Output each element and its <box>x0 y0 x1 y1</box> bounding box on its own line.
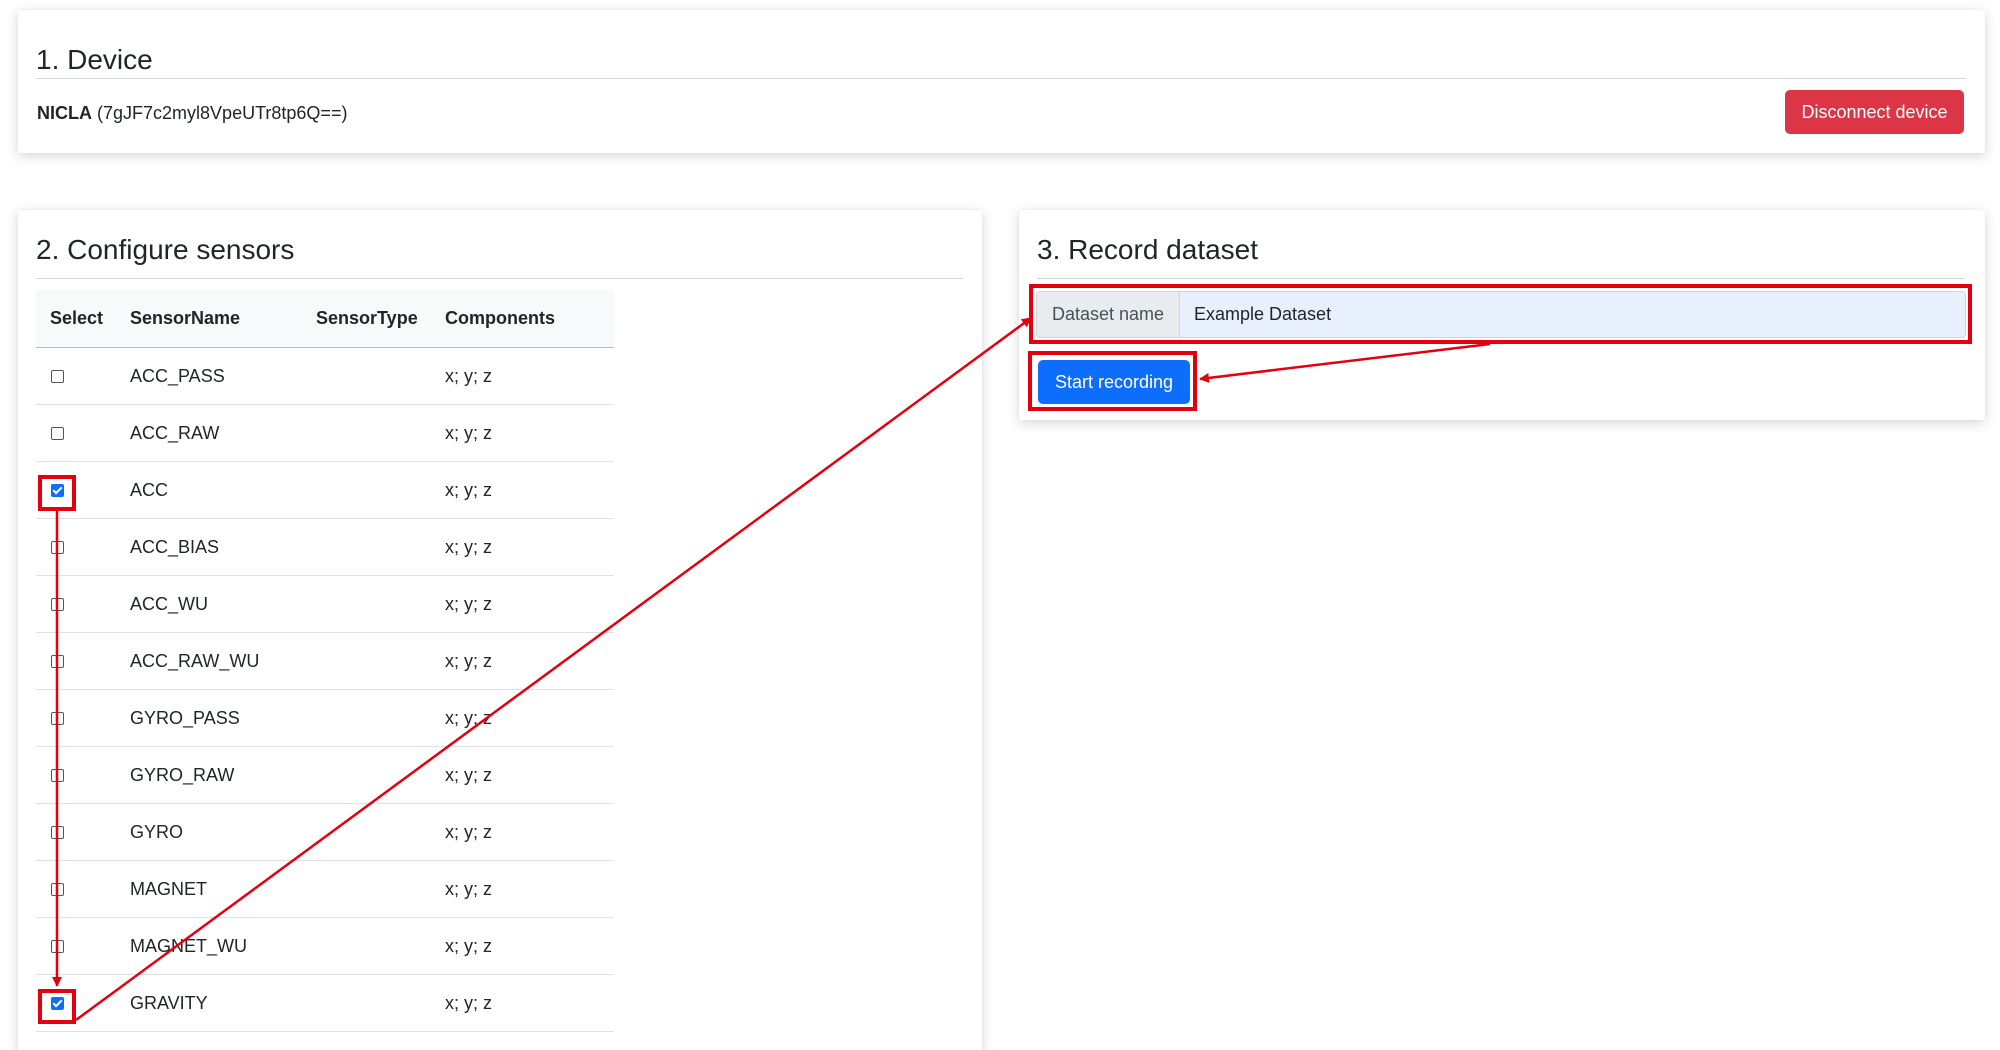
sensor-checkbox[interactable] <box>51 484 64 498</box>
sensor-type-cell <box>316 917 445 975</box>
sensor-name-cell: ACC_RAW <box>130 404 316 462</box>
sensor-checkbox[interactable] <box>51 940 64 954</box>
table-row: GYRO_RAW x; y; z <box>36 746 614 804</box>
select-cell <box>36 803 130 861</box>
sensor-name-cell: ACC_WU <box>130 575 316 633</box>
table-row: GYRO x; y; z <box>36 803 614 861</box>
components-cell: x; y; z <box>445 404 614 462</box>
sensor-checkbox[interactable] <box>51 712 64 726</box>
select-cell <box>36 860 130 918</box>
select-cell <box>36 461 130 519</box>
dataset-name-label: Dataset name <box>1037 292 1180 337</box>
sensor-name-cell: GYRO_PASS <box>130 689 316 747</box>
configure-sensors-title: 2. Configure sensors <box>36 234 295 265</box>
sensor-name-cell: MAGNET <box>130 860 316 918</box>
table-row: MAGNET_WU x; y; z <box>36 917 614 975</box>
table-row: ACC x; y; z <box>36 461 614 519</box>
sensor-type-cell <box>316 404 445 462</box>
sensor-name-cell: ACC <box>130 461 316 519</box>
sensor-type-cell <box>316 803 445 861</box>
dataset-name-group: Dataset name <box>1036 291 1966 338</box>
sensor-name-cell: GYRO_RAW <box>130 746 316 804</box>
device-id: (7gJF7c2myl8VpeUTr8tp6Q==) <box>97 103 348 123</box>
table-row: GRAVITY x; y; z <box>36 974 614 1032</box>
sensor-checkbox[interactable] <box>51 427 64 441</box>
sensor-table: Select SensorName SensorType Components … <box>36 290 614 1032</box>
components-cell: x; y; z <box>445 746 614 804</box>
components-cell: x; y; z <box>445 518 614 576</box>
table-row: ACC_BIAS x; y; z <box>36 518 614 576</box>
select-cell <box>36 917 130 975</box>
sensor-type-cell <box>316 746 445 804</box>
sensor-type-cell <box>316 347 445 405</box>
divider <box>36 278 963 279</box>
sensor-type-cell <box>316 689 445 747</box>
header-components[interactable]: Components <box>445 290 614 348</box>
divider <box>1037 278 1965 279</box>
sensor-name-cell: GRAVITY <box>130 974 316 1032</box>
select-cell <box>36 632 130 690</box>
select-cell <box>36 689 130 747</box>
disconnect-device-button[interactable]: Disconnect device <box>1785 90 1964 134</box>
sensor-type-cell <box>316 974 445 1032</box>
table-header-row: Select SensorName SensorType Components <box>36 290 614 348</box>
components-cell: x; y; z <box>445 575 614 633</box>
sensor-name-cell: ACC_PASS <box>130 347 316 405</box>
sensor-name-cell: GYRO <box>130 803 316 861</box>
device-name: NICLA <box>37 103 92 123</box>
dataset-name-input[interactable] <box>1180 292 1965 337</box>
sensor-checkbox[interactable] <box>51 883 64 897</box>
record-dataset-title: 3. Record dataset <box>1037 234 1259 265</box>
table-row: ACC_RAW x; y; z <box>36 404 614 462</box>
sensor-type-cell <box>316 860 445 918</box>
header-select[interactable]: Select <box>36 290 130 348</box>
device-info: NICLA (7gJF7c2myl8VpeUTr8tp6Q==) <box>37 103 347 124</box>
components-cell: x; y; z <box>445 917 614 975</box>
sensor-checkbox[interactable] <box>51 997 64 1011</box>
sensor-name-cell: ACC_BIAS <box>130 518 316 576</box>
sensor-type-cell <box>316 632 445 690</box>
sensor-checkbox[interactable] <box>51 541 64 555</box>
components-cell: x; y; z <box>445 689 614 747</box>
sensor-type-cell <box>316 518 445 576</box>
table-row: ACC_WU x; y; z <box>36 575 614 633</box>
sensor-name-cell: MAGNET_WU <box>130 917 316 975</box>
sensor-checkbox[interactable] <box>51 370 64 384</box>
components-cell: x; y; z <box>445 632 614 690</box>
header-sensor-type[interactable]: SensorType <box>316 290 445 348</box>
select-cell <box>36 347 130 405</box>
select-cell <box>36 518 130 576</box>
sensor-checkbox[interactable] <box>51 826 64 840</box>
table-row: ACC_RAW_WU x; y; z <box>36 632 614 690</box>
divider <box>36 78 1966 79</box>
components-cell: x; y; z <box>445 860 614 918</box>
components-cell: x; y; z <box>445 803 614 861</box>
sensor-table-body: ACC_PASS x; y; z ACC_RAW x; y; z ACC x; y; zA… <box>36 347 614 1032</box>
select-cell <box>36 404 130 462</box>
start-recording-button[interactable]: Start recording <box>1038 360 1190 404</box>
table-row: ACC_PASS x; y; z <box>36 347 614 405</box>
sensor-checkbox[interactable] <box>51 769 64 783</box>
header-sensor-name[interactable]: SensorName <box>130 290 316 348</box>
sensor-checkbox[interactable] <box>51 598 64 612</box>
configure-sensors-card: 2. Configure sensors Select SensorName S… <box>18 210 982 1050</box>
components-cell: x; y; z <box>445 461 614 519</box>
table-row: MAGNET x; y; z <box>36 860 614 918</box>
sensor-type-cell <box>316 575 445 633</box>
device-card: 1. Device NICLA (7gJF7c2myl8VpeUTr8tp6Q=… <box>18 10 1985 153</box>
table-row: GYRO_PASS x; y; z <box>36 689 614 747</box>
components-cell: x; y; z <box>445 347 614 405</box>
select-cell <box>36 746 130 804</box>
components-cell: x; y; z <box>445 974 614 1032</box>
record-dataset-card: 3. Record dataset Dataset name Start rec… <box>1019 210 1985 420</box>
sensor-name-cell: ACC_RAW_WU <box>130 632 316 690</box>
device-card-title: 1. Device <box>36 44 153 75</box>
select-cell <box>36 974 130 1032</box>
select-cell <box>36 575 130 633</box>
sensor-type-cell <box>316 461 445 519</box>
sensor-checkbox[interactable] <box>51 655 64 669</box>
